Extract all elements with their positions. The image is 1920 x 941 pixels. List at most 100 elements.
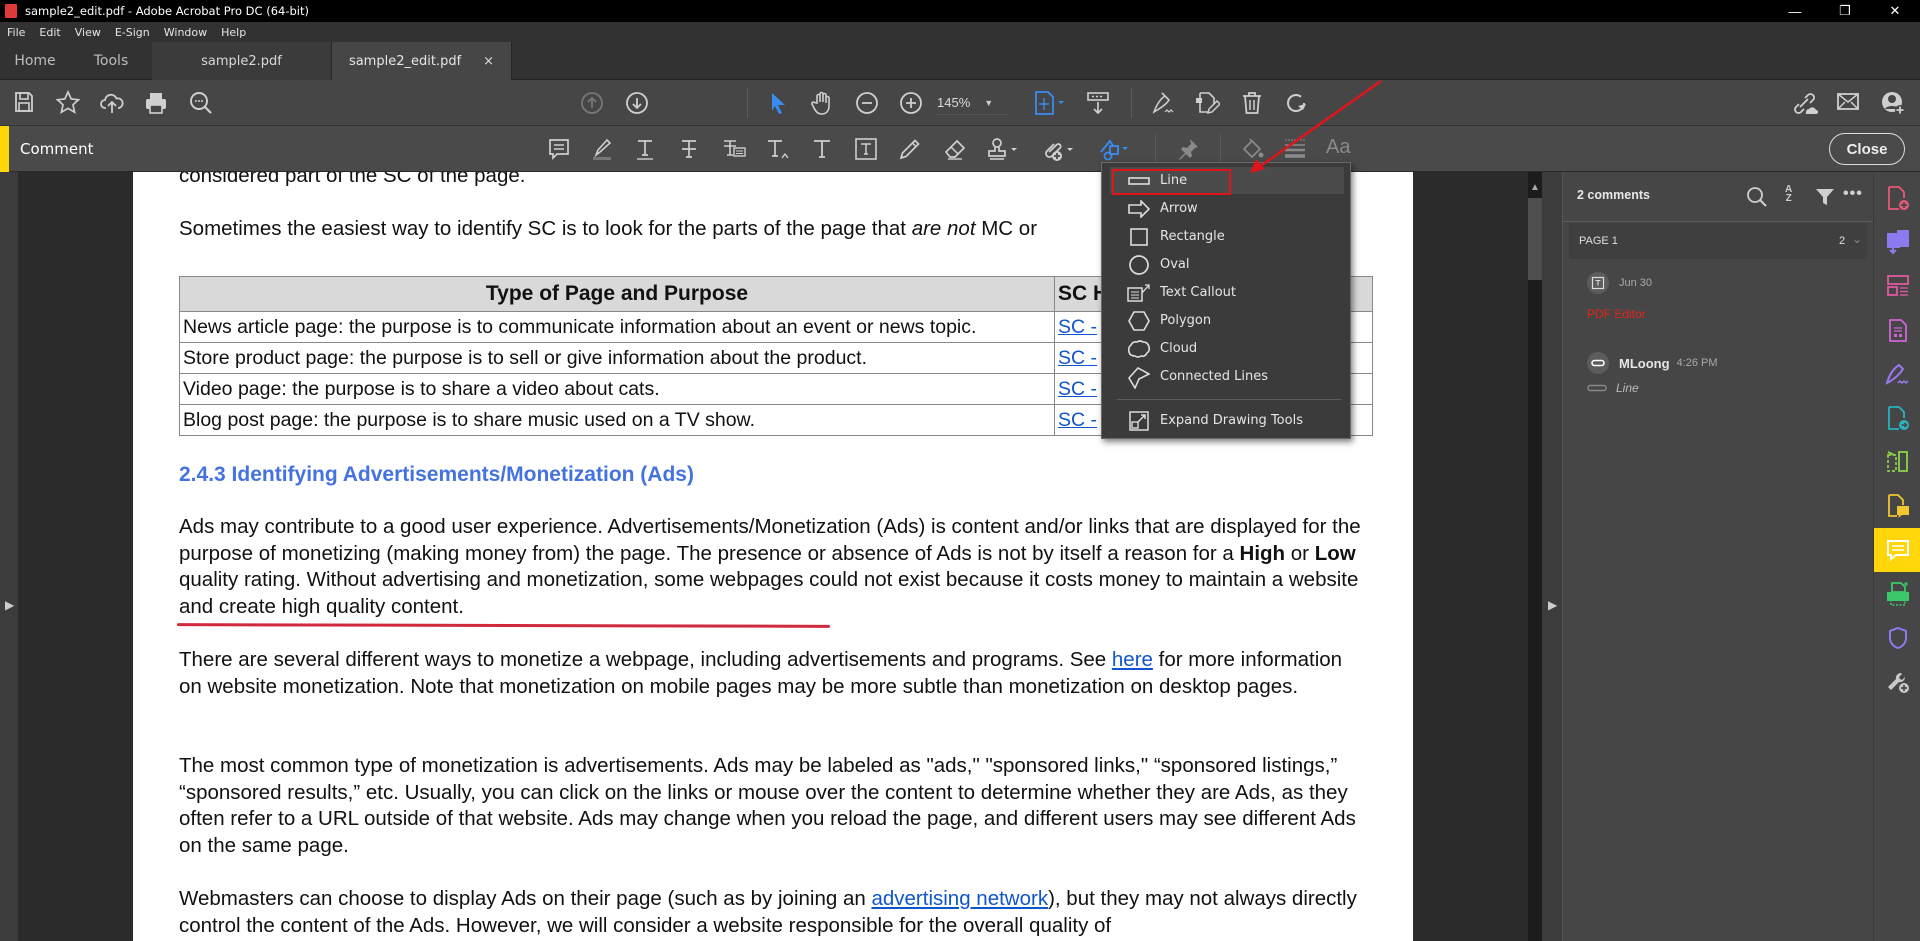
add-user-icon[interactable] xyxy=(1880,90,1906,116)
strikethrough-icon[interactable] xyxy=(678,137,700,161)
minimize-button[interactable]: — xyxy=(1770,0,1820,22)
print-icon[interactable] xyxy=(143,90,169,116)
sc-link[interactable]: SC - xyxy=(1058,409,1097,431)
delete-trash-icon[interactable] xyxy=(1240,90,1264,116)
menu-item-polygon[interactable]: Polygon xyxy=(1110,307,1344,334)
send-review-icon xyxy=(1887,406,1909,430)
menu-item-text-callout[interactable]: Text Callout xyxy=(1110,279,1344,306)
rail-edit-pdf[interactable] xyxy=(1874,308,1920,352)
bookmark-star-icon[interactable] xyxy=(55,90,81,116)
menu-item-oval[interactable]: Oval xyxy=(1110,251,1344,278)
sticky-note-icon[interactable] xyxy=(547,137,571,161)
fit-page-icon[interactable] xyxy=(1033,90,1067,116)
menu-view[interactable]: View xyxy=(75,26,101,39)
text-properties-icon[interactable]: Aa xyxy=(1326,136,1350,159)
rail-compare[interactable] xyxy=(1874,440,1920,484)
scroll-mode-icon[interactable] xyxy=(1085,90,1111,116)
line-annotation[interactable] xyxy=(176,623,831,628)
shield-icon xyxy=(1888,626,1907,650)
filter-icon[interactable] xyxy=(1815,187,1835,207)
menu-item-cloud[interactable]: Cloud xyxy=(1110,335,1344,362)
rail-export-pdf[interactable] xyxy=(1874,220,1920,264)
sign-icon[interactable] xyxy=(1150,90,1176,116)
close-window-button[interactable]: ✕ xyxy=(1870,0,1920,22)
insert-text-icon[interactable] xyxy=(765,137,791,161)
next-page-icon[interactable] xyxy=(625,91,649,115)
divider xyxy=(1131,88,1132,118)
rail-comment[interactable] xyxy=(1874,528,1920,572)
more-options-icon[interactable]: ••• xyxy=(1843,185,1863,203)
rail-protect[interactable] xyxy=(1874,616,1920,660)
vertical-scrollbar[interactable]: ▲ xyxy=(1528,172,1542,941)
line-weight-icon[interactable] xyxy=(1283,137,1307,159)
sc-link[interactable]: SC - xyxy=(1058,378,1097,400)
paragraph: The most common type of monetization is … xyxy=(179,754,1356,857)
rail-fill-sign[interactable] xyxy=(1874,352,1920,396)
rail-send-comments[interactable] xyxy=(1874,484,1920,528)
menu-item-expand-drawing-tools[interactable]: Expand Drawing Tools xyxy=(1110,407,1344,434)
close-comment-tool-button[interactable]: Close xyxy=(1829,133,1905,165)
save-icon[interactable] xyxy=(12,90,36,114)
search-text-icon[interactable] xyxy=(188,90,214,116)
acrobat-app-icon xyxy=(5,4,17,18)
rotate-icon[interactable] xyxy=(1283,90,1309,116)
select-cursor-icon[interactable] xyxy=(767,91,789,115)
menu-help[interactable]: Help xyxy=(221,26,246,39)
rail-create-pdf[interactable] xyxy=(1874,176,1920,220)
scroll-up-icon[interactable]: ▲ xyxy=(1528,182,1542,196)
email-icon[interactable] xyxy=(1836,91,1860,113)
fill-color-icon[interactable] xyxy=(1240,137,1266,161)
zoom-in-icon[interactable] xyxy=(899,91,923,115)
sort-az-icon[interactable]: AZ xyxy=(1785,185,1792,204)
zoom-level-select[interactable]: 145% ▼ xyxy=(937,91,1007,115)
advertising-network-link[interactable]: advertising network xyxy=(871,887,1048,910)
page-group-header[interactable]: PAGE 1 2 ⌄ xyxy=(1569,223,1867,259)
upload-cloud-icon[interactable] xyxy=(99,90,125,116)
replace-text-icon[interactable] xyxy=(721,137,747,161)
chevron-down-icon[interactable]: ⌄ xyxy=(1852,232,1862,246)
tab-document[interactable]: sample2.pdf xyxy=(152,42,332,80)
tab-home[interactable]: Home xyxy=(0,42,70,80)
menu-file[interactable]: File xyxy=(7,26,25,39)
table-cell: Blog post page: the purpose is to share … xyxy=(179,404,1055,436)
comment-item[interactable]: MLoong 4:26 PM Line xyxy=(1587,352,1718,395)
highlight-text-icon[interactable] xyxy=(590,137,614,161)
edit-pdf-icon[interactable] xyxy=(1194,90,1220,116)
pin-icon[interactable] xyxy=(1176,137,1200,161)
menu-item-connected-lines[interactable]: Connected Lines xyxy=(1110,363,1344,390)
menu-esign[interactable]: E-Sign xyxy=(115,26,150,39)
sc-link[interactable]: SC - xyxy=(1058,316,1097,338)
pencil-draw-icon[interactable] xyxy=(898,137,922,161)
tab-close-icon[interactable]: × xyxy=(483,54,494,69)
restore-button[interactable]: ❐ xyxy=(1820,0,1870,22)
stamp-icon[interactable] xyxy=(986,137,1020,161)
collapse-right-panel-icon[interactable]: ▶ xyxy=(1548,598,1557,612)
tab-document-active[interactable]: sample2_edit.pdf × xyxy=(332,42,512,80)
share-link-icon[interactable] xyxy=(1791,90,1819,116)
menu-edit[interactable]: Edit xyxy=(39,26,60,39)
search-comments-icon[interactable] xyxy=(1746,186,1768,208)
tab-tools[interactable]: Tools xyxy=(70,42,152,80)
hand-tool-icon[interactable] xyxy=(810,90,836,116)
paragraph: Webmasters can choose to display Ads on … xyxy=(179,886,1369,939)
comment-item[interactable]: Jun 30 PDF Editor xyxy=(1587,272,1652,321)
here-link[interactable]: here xyxy=(1112,648,1153,671)
rail-organize-pages[interactable] xyxy=(1874,264,1920,308)
rail-print-production[interactable] xyxy=(1874,572,1920,616)
previous-page-icon[interactable] xyxy=(580,91,604,115)
menu-item-arrow[interactable]: Arrow xyxy=(1110,195,1344,222)
menu-window[interactable]: Window xyxy=(164,26,207,39)
drawing-tools-icon[interactable] xyxy=(1098,136,1132,162)
eraser-icon[interactable] xyxy=(942,137,968,161)
menu-item-rectangle[interactable]: Rectangle xyxy=(1110,223,1344,250)
attach-file-icon[interactable] xyxy=(1040,137,1074,163)
underline-text-icon[interactable] xyxy=(634,137,656,161)
rail-send-review[interactable] xyxy=(1874,396,1920,440)
scrollbar-thumb[interactable] xyxy=(1528,198,1542,280)
sc-link[interactable]: SC - xyxy=(1058,347,1097,369)
rail-more-tools[interactable] xyxy=(1874,660,1920,704)
zoom-out-icon[interactable] xyxy=(855,91,879,115)
text-box-icon[interactable] xyxy=(854,137,878,161)
expand-left-panel-icon[interactable]: ▶ xyxy=(5,598,14,612)
add-text-icon[interactable] xyxy=(811,137,833,161)
